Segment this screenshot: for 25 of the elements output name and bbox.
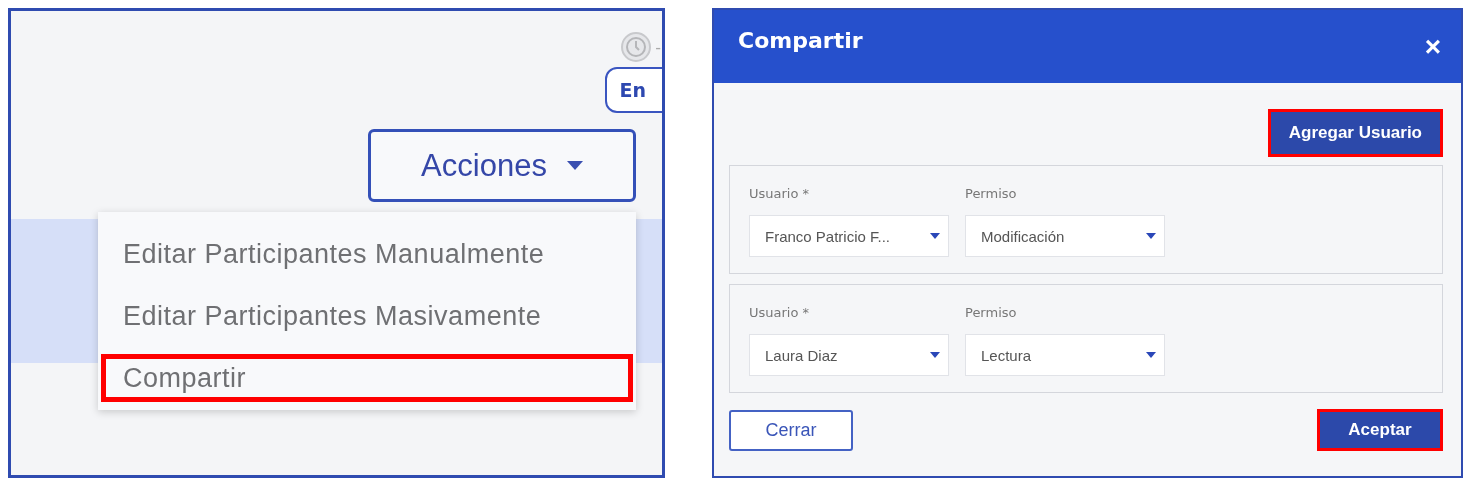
field-label: Permiso [965, 305, 1018, 320]
user-select[interactable]: Franco Patricio F... [749, 215, 949, 257]
add-user-button[interactable]: Agregar Usuario [1267, 109, 1443, 157]
caret-icon [1146, 233, 1156, 239]
accept-button[interactable]: Aceptar [1317, 409, 1443, 451]
caret-icon [566, 161, 583, 170]
actions-button[interactable]: Acciones [368, 129, 636, 202]
clock-icon [620, 31, 653, 63]
time-text: - [655, 37, 661, 57]
field-label: Permiso [965, 186, 1018, 201]
field-label: Usuario * [749, 305, 811, 320]
caret-icon [930, 352, 940, 358]
close-button[interactable]: × [1424, 30, 1441, 63]
caret-icon [1146, 352, 1156, 358]
menu-item[interactable]: Compartir [101, 354, 633, 402]
user-select[interactable]: Laura Diaz [749, 334, 949, 376]
permission-select[interactable]: Modificación [965, 215, 1165, 257]
menu-item[interactable]: Editar Participantes Manualmente [101, 230, 633, 278]
field-label: Usuario * [749, 186, 811, 201]
dialog-title: Compartir [738, 28, 863, 53]
caret-icon [930, 233, 940, 239]
permission-select[interactable]: Lectura [965, 334, 1165, 376]
status-badge: En [605, 67, 662, 113]
menu-item[interactable]: Editar Participantes Masivamente [101, 292, 633, 340]
close-dialog-button[interactable]: Cerrar [729, 409, 853, 451]
